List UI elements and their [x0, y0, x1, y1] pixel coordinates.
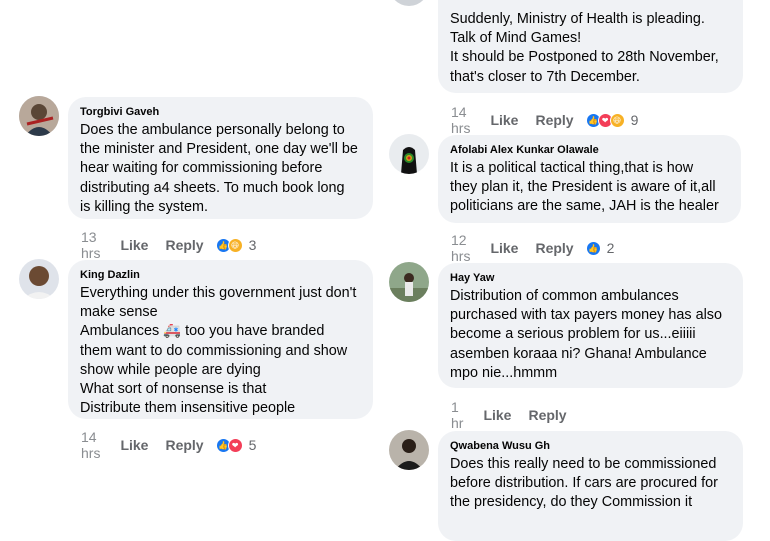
reactions[interactable]: 👍 😆 3	[215, 237, 257, 253]
comment-meta: 14 hrs Like Reply 👍 ❤ 5	[81, 429, 256, 461]
comment-bubble: Afolabi Alex Kunkar Olawale It is a poli…	[438, 135, 741, 223]
like-button[interactable]: Like	[120, 237, 148, 253]
comment-author[interactable]: King Dazlin	[80, 268, 361, 282]
like-button[interactable]: Like	[490, 240, 518, 256]
avatar[interactable]	[19, 96, 59, 136]
comment-time[interactable]: 1 hr	[451, 399, 463, 431]
comment-author[interactable]: Qwabena Wusu Gh	[450, 439, 731, 453]
love-icon: ❤	[227, 437, 243, 453]
comment-meta: 13 hrs Like Reply 👍 😆 3	[81, 229, 256, 261]
reactions[interactable]: 👍 ❤ 5	[215, 437, 257, 453]
comment-bubble: Suddenly, Ministry of Health is pleading…	[438, 0, 743, 93]
reply-button[interactable]: Reply	[535, 112, 573, 128]
reaction-count: 5	[248, 437, 257, 453]
comment-time[interactable]: 13 hrs	[81, 229, 100, 261]
comment-time[interactable]: 12 hrs	[451, 232, 470, 264]
comment-text: Suddenly, Ministry of Health is pleading…	[450, 11, 719, 85]
comment-author[interactable]: Hay Yaw	[450, 271, 731, 285]
avatar[interactable]	[19, 259, 59, 299]
comment-bubble: King Dazlin Everything under this govern…	[68, 260, 373, 419]
reaction-count: 2	[606, 240, 615, 256]
comment-meta: 14 hrs Like Reply 👍 ❤ 😆 9	[451, 104, 638, 136]
reaction-count: 9	[630, 112, 639, 128]
comment-bubble: Hay Yaw Distribution of common ambulance…	[438, 263, 743, 388]
comment-time[interactable]: 14 hrs	[451, 104, 470, 136]
avatar[interactable]	[389, 0, 429, 6]
like-button[interactable]: Like	[490, 112, 518, 128]
avatar[interactable]	[389, 262, 429, 302]
like-icon: 👍	[585, 240, 601, 256]
reactions[interactable]: 👍 2	[585, 240, 615, 256]
haha-icon: 😆	[609, 112, 625, 128]
comment-text: Everything under this government just do…	[80, 285, 357, 417]
reply-button[interactable]: Reply	[535, 240, 573, 256]
comment-text: Distribution of common ambulances purcha…	[450, 288, 722, 381]
comment-meta: 12 hrs Like Reply 👍 2	[451, 232, 614, 264]
reaction-count: 3	[248, 237, 257, 253]
reply-button[interactable]: Reply	[165, 437, 203, 453]
like-button[interactable]: Like	[120, 437, 148, 453]
comment-bubble: Torgbivi Gaveh Does the ambulance person…	[68, 97, 373, 219]
reactions[interactable]: 👍 ❤ 😆 9	[585, 112, 639, 128]
comment-author[interactable]: Afolabi Alex Kunkar Olawale	[450, 143, 729, 157]
comment-text: Does this really need to be commissioned…	[450, 456, 718, 511]
comment-text: It is a political tactical thing,that is…	[450, 160, 719, 215]
reply-button[interactable]: Reply	[165, 237, 203, 253]
comment-author[interactable]: Torgbivi Gaveh	[80, 105, 361, 119]
comment-time[interactable]: 14 hrs	[81, 429, 100, 461]
avatar[interactable]	[389, 430, 429, 470]
comment-meta: 1 hr Like Reply	[451, 399, 567, 431]
haha-icon: 😆	[227, 237, 243, 253]
avatar[interactable]	[389, 134, 429, 174]
like-button[interactable]: Like	[483, 407, 511, 423]
comment-text: Does the ambulance personally belong to …	[80, 122, 358, 215]
reply-button[interactable]: Reply	[528, 407, 566, 423]
comment-bubble: Qwabena Wusu Gh Does this really need to…	[438, 431, 743, 541]
